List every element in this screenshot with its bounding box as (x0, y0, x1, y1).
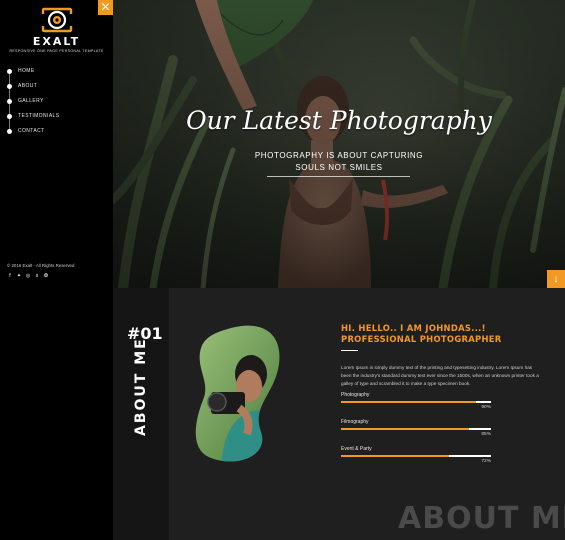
skill-percent: 72% (481, 459, 491, 465)
nav-item-contact[interactable]: CONTACT (7, 126, 45, 136)
profile-photo (195, 325, 280, 462)
skype-icon[interactable]: s (34, 273, 40, 279)
skill-track (341, 428, 491, 431)
hero-title: Our Latest Photography (186, 106, 492, 135)
nav-label: GALLERY (18, 98, 44, 104)
skill-fill (341, 428, 469, 431)
social-links: f ✦ ◎ s ❂ (7, 273, 49, 279)
nav-dot-icon (7, 128, 12, 134)
about-heading-line2: PROFESSIONAL PHOTOGRAPHER (341, 334, 502, 344)
instagram-icon[interactable]: ◎ (25, 273, 31, 279)
nav-label: ABOUT (18, 83, 38, 89)
nav-dot-icon (7, 98, 12, 104)
nav-label: HOME (18, 68, 35, 74)
logo[interactable]: EXALT RESPONSIVE ONE PAGE PERSONAL TEMPL… (0, 6, 113, 53)
skill-track (341, 455, 491, 458)
hero-divider (267, 176, 410, 177)
nav-item-testimonials[interactable]: TESTIMONIALS (7, 111, 59, 121)
twitter-icon[interactable]: ✦ (16, 273, 22, 279)
hero-background-image (113, 0, 565, 288)
nav-label: CONTACT (18, 128, 45, 134)
sidebar: ✕ EXALT RESPONSIVE ONE PAGE PERSONAL TEM… (0, 0, 113, 540)
nav-item-about[interactable]: ABOUT (7, 81, 37, 91)
skill-label: Photography (341, 392, 370, 399)
camera-logo-icon (40, 7, 73, 33)
nav-dot-icon (7, 113, 12, 119)
brand-tagline: RESPONSIVE ONE PAGE PERSONAL TEMPLATE (9, 49, 104, 53)
scroll-down-button[interactable]: ↓ (547, 270, 565, 288)
brand-name: EXALT (32, 35, 81, 48)
copyright-text: © 2016 Exalt - All Rights Reserved (7, 263, 75, 268)
about-divider (341, 350, 358, 351)
about-heading: HI. HELLO.. I AM JOHNDAS...! PROFESSIONA… (341, 323, 543, 345)
skill-fill (341, 401, 476, 404)
skill-percent: 85% (481, 432, 491, 438)
skill-bar: Photography 90% (341, 392, 543, 414)
skill-track (341, 401, 491, 404)
skill-bar: Filmography 85% (341, 419, 543, 441)
about-heading-line1: HI. HELLO.. I AM JOHNDAS...! (341, 323, 486, 333)
facebook-icon[interactable]: f (7, 273, 13, 279)
about-watermark: ABOUT ME (398, 501, 565, 536)
nav-item-gallery[interactable]: GALLERY (7, 96, 44, 106)
hero-subtitle: PHOTOGRAPHY IS ABOUT CAPTURING SOULS NOT… (113, 150, 565, 174)
hero-subtitle-line2: SOULS NOT SMILES (295, 163, 383, 172)
about-content: HI. HELLO.. I AM JOHNDAS...! PROFESSIONA… (341, 323, 543, 468)
nav-dot-icon (7, 83, 12, 89)
skill-percent: 90% (481, 405, 491, 411)
arrow-down-icon: ↓ (553, 273, 559, 285)
hero-section: Our Latest Photography PHOTOGRAPHY IS AB… (113, 0, 565, 288)
skill-bar: Event & Party 72% (341, 446, 543, 468)
about-section: #01 ABOUT ME HI. HELLO.. I AM JOHNDAS...… (113, 288, 565, 540)
skill-fill (341, 455, 449, 458)
dribbble-icon[interactable]: ❂ (43, 273, 49, 279)
sidebar-nav: HOME ABOUT GALLERY TESTIMONIALS CONTACT (0, 62, 113, 142)
hero-subtitle-line1: PHOTOGRAPHY IS ABOUT CAPTURING (254, 151, 424, 160)
skill-label: Event & Party (341, 446, 372, 453)
nav-dot-icon (7, 68, 12, 74)
skill-label: Filmography (341, 419, 369, 426)
nav-label: TESTIMONIALS (18, 113, 60, 119)
about-paragraph: Lorem Ipsum is simply dummy text of the … (341, 365, 539, 386)
about-vertical-title: ABOUT ME (133, 337, 149, 436)
nav-item-home[interactable]: HOME (7, 66, 35, 76)
